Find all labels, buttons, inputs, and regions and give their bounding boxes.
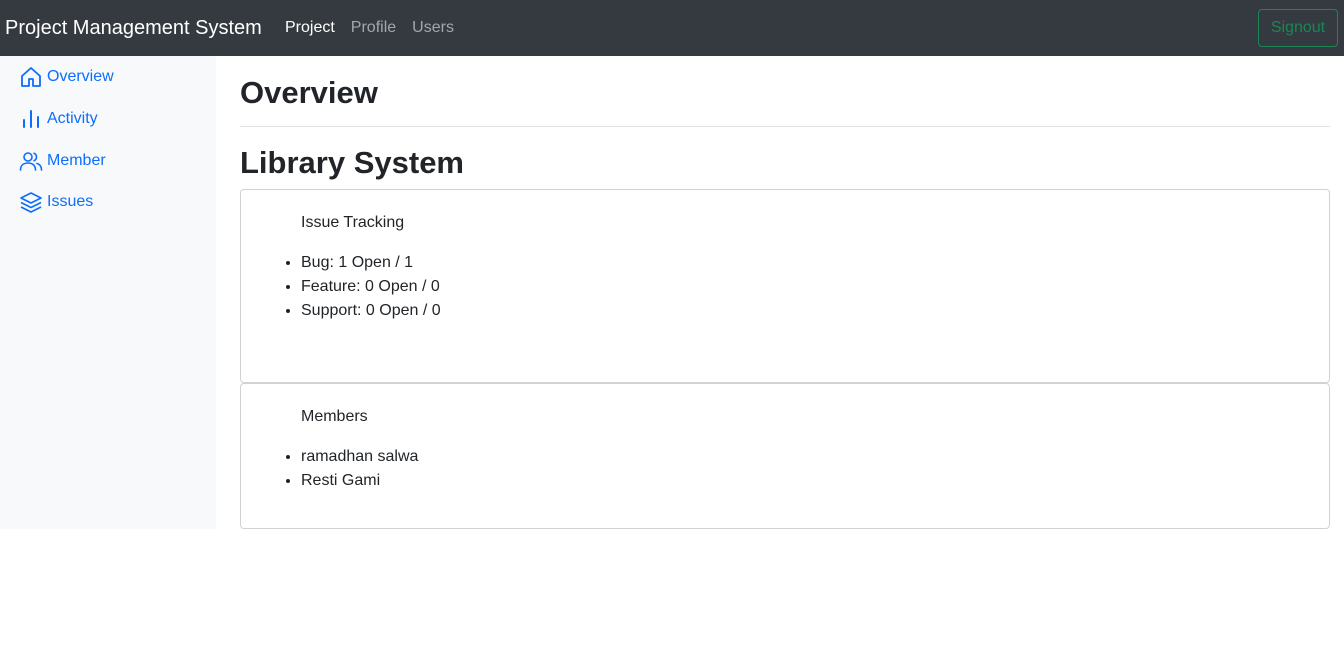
sidebar-item-label: Overview: [47, 68, 114, 85]
signout-button[interactable]: Signout: [1258, 9, 1338, 47]
people-icon: [19, 152, 43, 171]
sidebar-item-activity[interactable]: Activity: [19, 107, 98, 131]
list-item: ramadhan salwa: [301, 445, 418, 469]
nav-link-profile[interactable]: Profile: [351, 17, 396, 39]
sidebar: Overview Activity Member Issues: [0, 56, 216, 529]
issue-list: Bug: 1 Open / 1 Feature: 0 Open / 0 Supp…: [301, 251, 441, 323]
list-item: Support: 0 Open / 0: [301, 299, 441, 323]
brand-link[interactable]: Project Management System: [5, 15, 262, 41]
project-title: Library System: [240, 145, 464, 180]
list-item: Feature: 0 Open / 0: [301, 275, 441, 299]
issue-tracking-card: Issue Tracking Bug: 1 Open / 1 Feature: …: [240, 189, 1330, 383]
list-item: Resti Gami: [301, 469, 418, 493]
sidebar-item-member[interactable]: Member: [19, 149, 106, 173]
list-item: Bug: 1 Open / 1: [301, 251, 441, 275]
card-title: Members: [301, 408, 368, 425]
house-icon: [21, 67, 41, 87]
divider: [240, 126, 1330, 127]
members-card: Members ramadhan salwa Resti Gami: [240, 383, 1330, 529]
sidebar-item-issues[interactable]: Issues: [19, 190, 93, 214]
top-navbar: Project Management System Project Profil…: [0, 0, 1344, 56]
sidebar-item-overview[interactable]: Overview: [19, 65, 114, 89]
member-list: ramadhan salwa Resti Gami: [301, 445, 418, 493]
nav-link-users[interactable]: Users: [412, 17, 454, 39]
sidebar-item-label: Activity: [47, 110, 98, 127]
bar-chart-icon: [23, 110, 39, 128]
card-title: Issue Tracking: [301, 214, 405, 231]
page-title: Overview: [240, 75, 378, 110]
nav-links: Project Profile Users: [285, 17, 470, 39]
sidebar-item-label: Member: [47, 152, 106, 169]
nav-link-project[interactable]: Project: [285, 17, 335, 39]
layers-icon: [20, 192, 42, 213]
sidebar-item-label: Issues: [47, 193, 94, 210]
